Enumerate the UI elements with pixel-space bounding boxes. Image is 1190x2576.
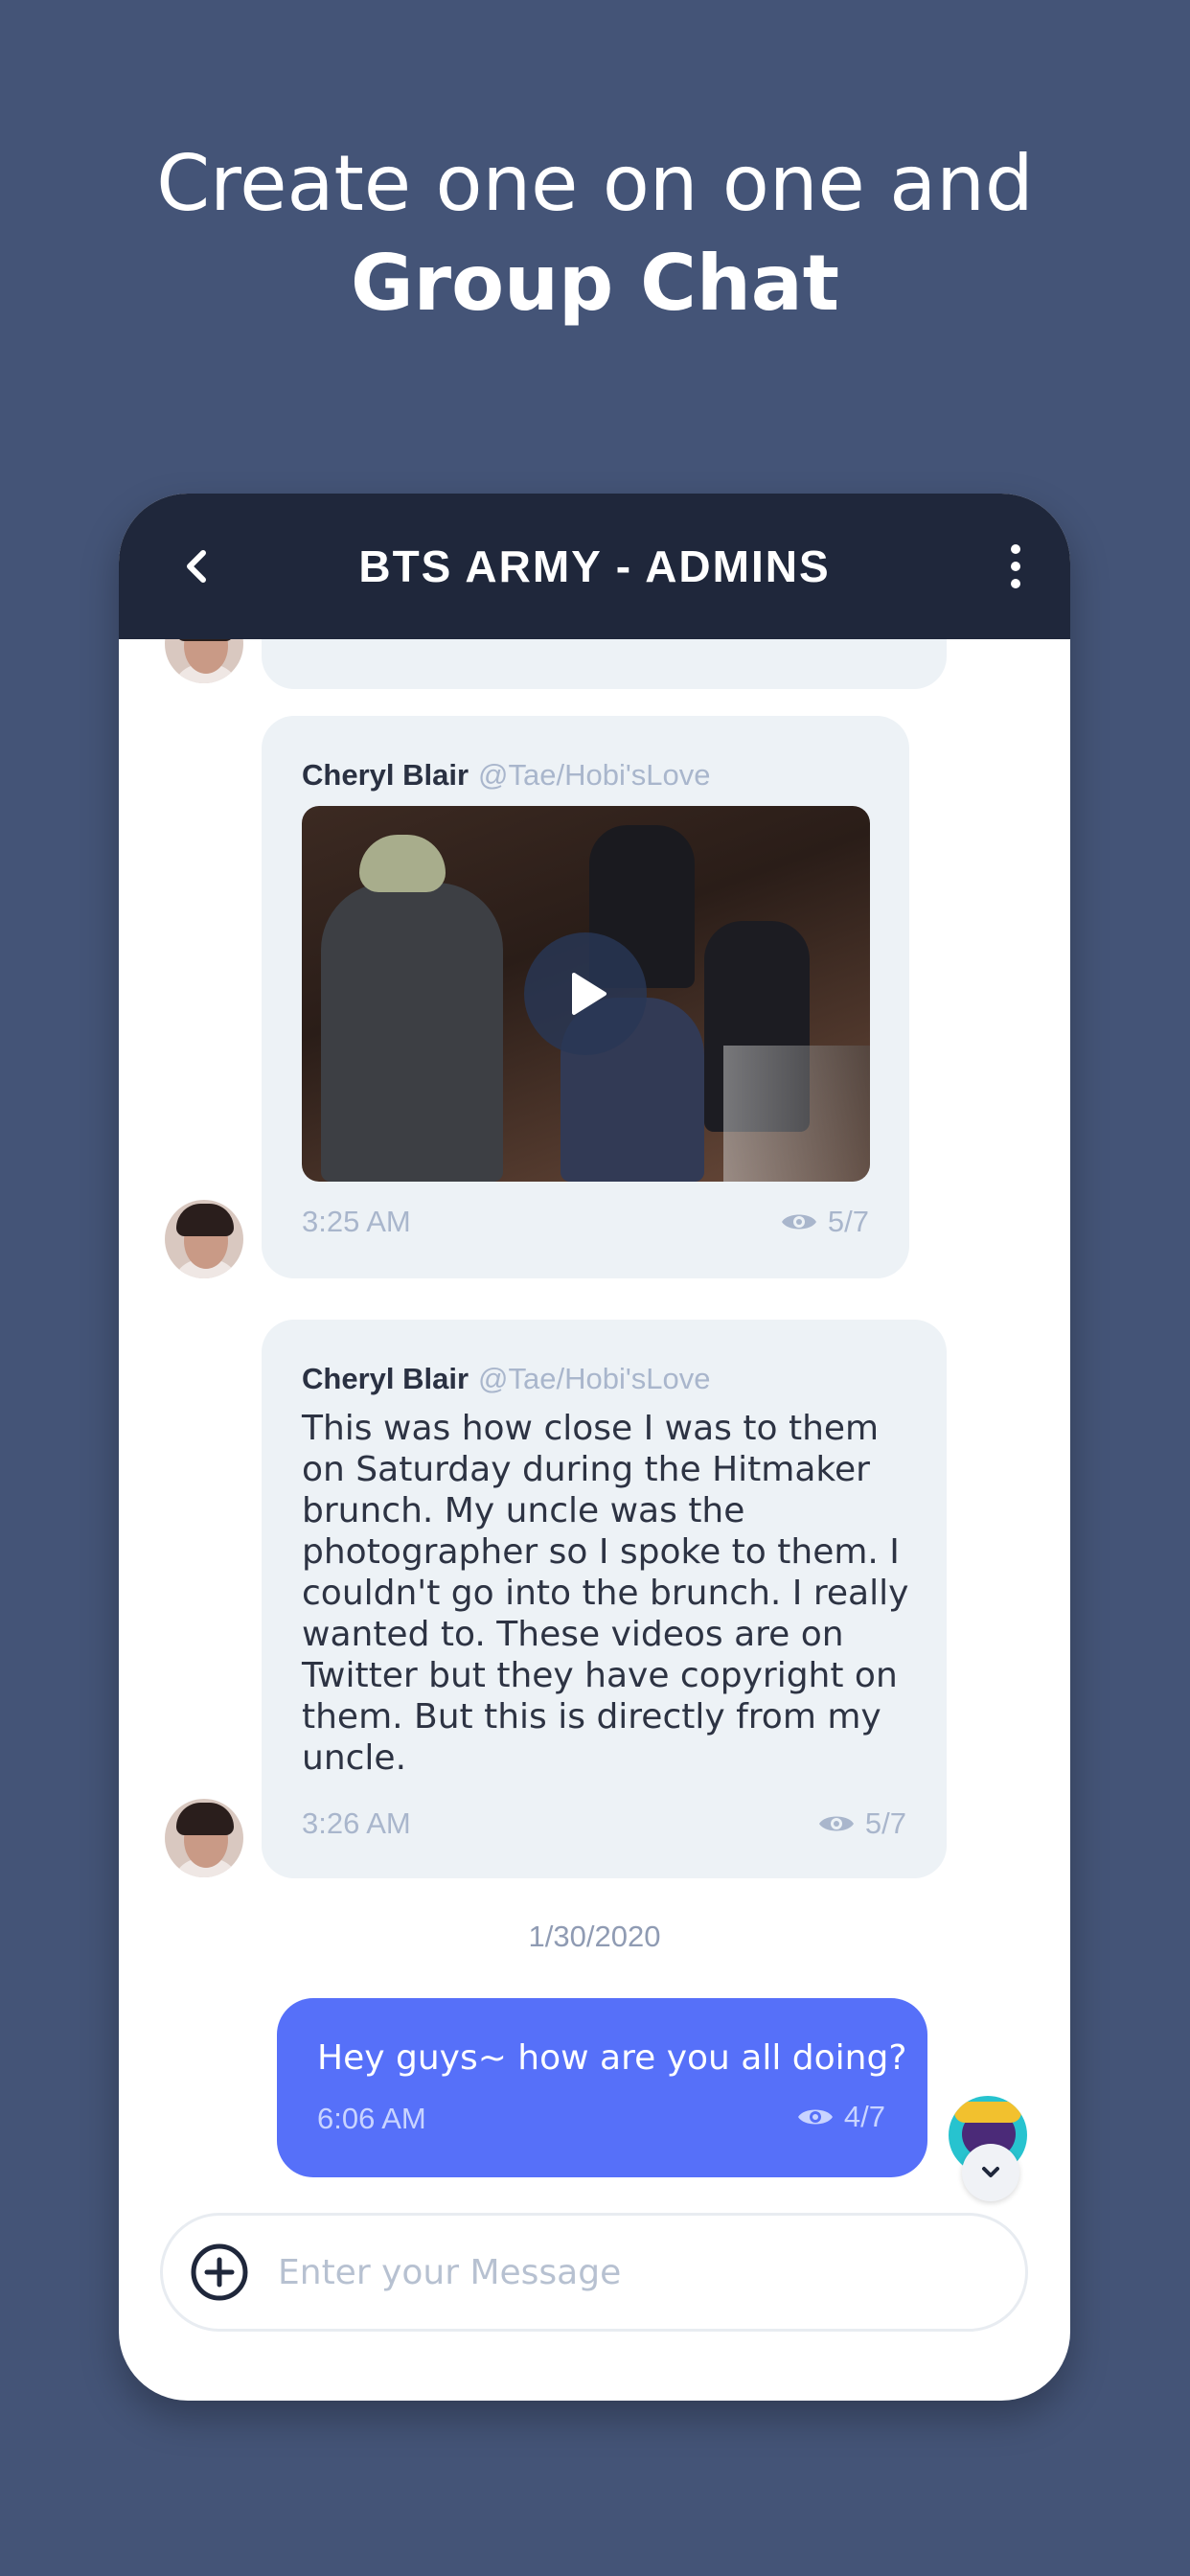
chat-header: BTS ARMY - ADMINS — [119, 494, 1070, 639]
more-vertical-icon — [1011, 544, 1020, 588]
chat-title: BTS ARMY - ADMINS — [358, 541, 831, 591]
sender-handle: @Tae/Hobi'sLove — [478, 758, 711, 792]
promo-headline: Create one on one and Group Chat — [0, 134, 1190, 334]
play-icon — [572, 973, 606, 1015]
read-count: 5/7 — [864, 1806, 906, 1840]
avatar[interactable] — [165, 639, 243, 683]
sender-name: Cheryl Blair — [302, 758, 469, 792]
message-bubble-outgoing[interactable]: Hey guys~ how are you all doing? 6:06 AM… — [277, 1998, 927, 2177]
sender-name: Cheryl Blair — [302, 1362, 469, 1395]
message-sender: Cheryl Blair @Tae/Hobi'sLove — [302, 1362, 710, 1396]
chevron-down-icon — [982, 2167, 999, 2177]
plus-circle-icon — [191, 2243, 248, 2301]
avatar[interactable] — [165, 1799, 243, 1877]
message-text: Hey guys~ how are you all doing? — [317, 2038, 907, 2078]
avatar[interactable] — [165, 1200, 243, 1278]
message-input[interactable] — [278, 2241, 1006, 2304]
eye-icon — [797, 2109, 833, 2125]
play-button[interactable] — [524, 932, 647, 1055]
eye-icon — [781, 1214, 816, 1230]
read-receipt: 4/7 — [796, 2100, 885, 2134]
eye-icon — [818, 1816, 854, 1831]
phone-screen: BTS ARMY - ADMINS Cheryl Blair @Tae/Hobi'… — [119, 494, 1070, 2401]
message-bubble-video[interactable]: Cheryl Blair @Tae/Hobi'sLove 3:25 AM 5/7 — [262, 716, 909, 1278]
headline-line-2: Group Chat — [350, 239, 840, 328]
read-count: 5/7 — [827, 1205, 869, 1238]
message-bubble-text[interactable]: Cheryl Blair @Tae/Hobi'sLove This was how… — [262, 1320, 947, 1878]
back-button[interactable] — [169, 538, 226, 595]
message-time: 3:26 AM — [302, 1806, 411, 1840]
message-composer — [160, 2213, 1028, 2332]
attach-button[interactable] — [190, 2242, 249, 2302]
scroll-to-bottom-button[interactable] — [962, 2144, 1019, 2201]
message-sender: Cheryl Blair @Tae/Hobi'sLove — [302, 758, 710, 793]
read-receipt: 5/7 — [780, 1205, 869, 1239]
message-bubble-previous[interactable] — [262, 639, 947, 689]
message-time: 6:06 AM — [317, 2102, 426, 2135]
message-time: 3:25 AM — [302, 1205, 411, 1238]
more-options-button[interactable] — [1001, 538, 1030, 595]
read-count: 4/7 — [843, 2100, 885, 2133]
sender-handle: @Tae/Hobi'sLove — [478, 1362, 711, 1395]
read-receipt: 5/7 — [817, 1806, 906, 1841]
message-list[interactable]: Cheryl Blair @Tae/Hobi'sLove 3:25 AM 5/7… — [119, 639, 1070, 2173]
headline-line-1: Create one on one and — [156, 139, 1034, 228]
chevron-left-icon — [187, 550, 206, 583]
date-separator: 1/30/2020 — [528, 1920, 661, 1953]
video-thumbnail[interactable] — [302, 806, 870, 1182]
message-text: This was how close I was to them on Satu… — [302, 1409, 909, 1778]
